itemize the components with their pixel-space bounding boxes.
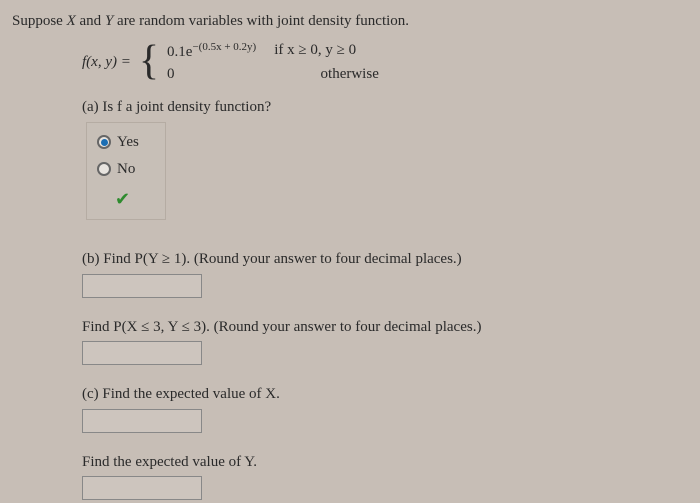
answer-input-c[interactable]	[82, 409, 202, 433]
answer-input-c2[interactable]	[82, 476, 202, 500]
part-b2-question: Find P(X ≤ 3, Y ≤ 3). (Round your answer…	[82, 316, 688, 339]
left-brace-icon: {	[139, 45, 159, 79]
correct-indicator: ✔	[97, 186, 155, 213]
part-c: (c) Find the expected value of X.	[82, 383, 688, 433]
case1-expression: 0.1e−(0.5x + 0.2y)	[167, 39, 256, 64]
radio-label: Yes	[117, 131, 139, 154]
radio-icon	[97, 135, 111, 149]
part-c2-question: Find the expected value of Y.	[82, 451, 688, 474]
radio-label: No	[117, 158, 135, 181]
radio-option-yes[interactable]: Yes	[97, 129, 155, 156]
problem-intro: Suppose X and Y are random variables wit…	[12, 10, 688, 33]
part-b2: Find P(X ≤ 3, Y ≤ 3). (Round your answer…	[82, 316, 688, 366]
part-c2: Find the expected value of Y.	[82, 451, 688, 501]
formula-lhs: f(x, y) =	[82, 51, 131, 74]
radio-group: Yes No ✔	[86, 122, 166, 220]
part-c-question: (c) Find the expected value of X.	[82, 383, 688, 406]
case1-condition: if x ≥ 0, y ≥ 0	[274, 39, 356, 64]
radio-icon	[97, 162, 111, 176]
radio-option-no[interactable]: No	[97, 156, 155, 183]
density-formula: f(x, y) = { 0.1e−(0.5x + 0.2y) if x ≥ 0,…	[82, 39, 688, 86]
part-b1-question: (b) Find P(Y ≥ 1). (Round your answer to…	[82, 248, 688, 271]
part-a-question: (a) Is f a joint density function?	[82, 96, 688, 119]
answer-input-b2[interactable]	[82, 341, 202, 365]
case2-expression: 0	[167, 63, 175, 86]
part-a: (a) Is f a joint density function? Yes N…	[82, 96, 688, 221]
part-b1: (b) Find P(Y ≥ 1). (Round your answer to…	[82, 248, 688, 298]
checkmark-icon: ✔	[115, 189, 130, 209]
case2-condition: otherwise	[321, 63, 379, 86]
answer-input-b1[interactable]	[82, 274, 202, 298]
